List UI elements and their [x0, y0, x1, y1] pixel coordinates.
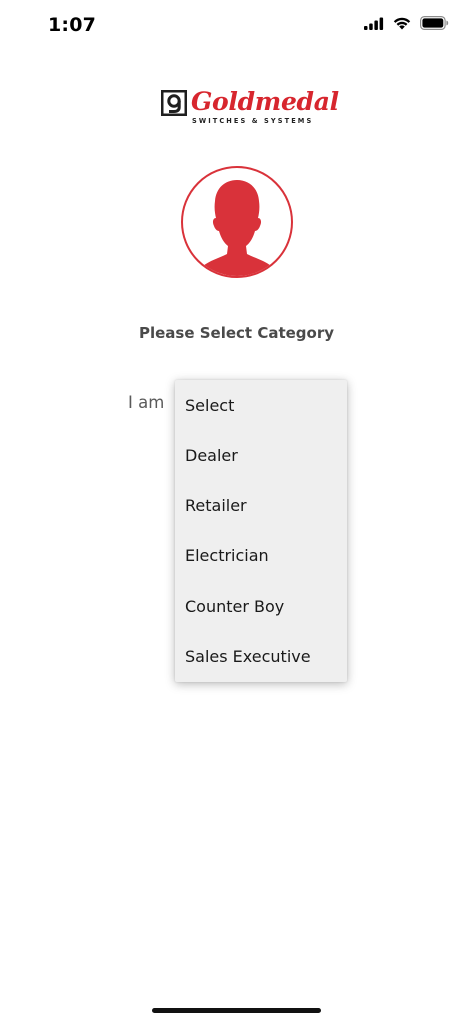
status-time: 1:07: [48, 14, 97, 36]
dropdown-option-sales-executive[interactable]: Sales Executive: [175, 632, 347, 682]
cellular-signal-icon: [364, 17, 384, 35]
dropdown-option-select[interactable]: Select: [175, 381, 347, 431]
category-dropdown-menu[interactable]: Select Dealer Retailer Electrician Count…: [175, 380, 347, 682]
avatar: [181, 166, 293, 278]
dropdown-option-dealer[interactable]: Dealer: [175, 431, 347, 481]
category-field-label: I am: [128, 393, 165, 412]
brand-logo: Goldmedal SWITCHES & SYSTEMS: [161, 87, 339, 126]
goldmedal-logo-mark-icon: [161, 90, 187, 116]
wifi-icon: [393, 17, 411, 35]
status-bar: 1:07: [0, 0, 473, 54]
home-indicator[interactable]: [152, 1008, 321, 1013]
dropdown-option-retailer[interactable]: Retailer: [175, 481, 347, 531]
status-icons: [364, 16, 449, 35]
battery-icon: [420, 16, 449, 35]
user-silhouette-icon: [197, 180, 277, 276]
page-title: Please Select Category: [138, 324, 335, 342]
dropdown-option-counter-boy[interactable]: Counter Boy: [175, 582, 347, 632]
dropdown-option-electrician[interactable]: Electrician: [175, 531, 347, 581]
brand-wordmark: Goldmedal: [191, 87, 339, 116]
brand-tagline: SWITCHES & SYSTEMS: [192, 117, 314, 125]
